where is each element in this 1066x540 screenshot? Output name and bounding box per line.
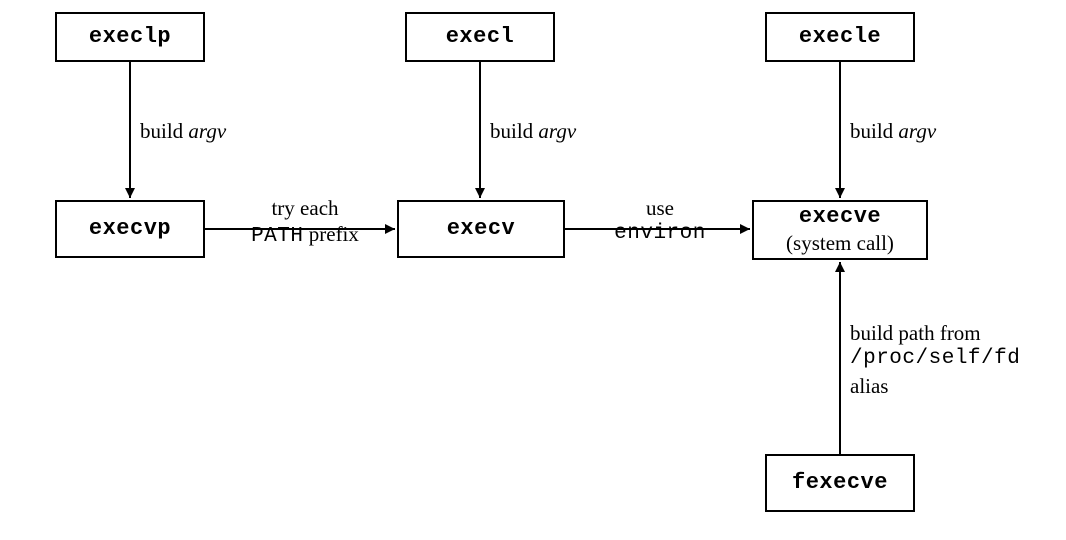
suffix: prefix: [304, 222, 359, 246]
line2: PATH prefix: [230, 221, 380, 250]
line3: alias: [850, 373, 1020, 399]
text-ital: argv: [538, 119, 576, 143]
node-fexecve-label: fexecve: [792, 470, 888, 496]
text: build: [490, 119, 538, 143]
node-execlp-label: execlp: [89, 24, 171, 50]
node-execv: execv: [397, 200, 565, 258]
node-execv-label: execv: [447, 216, 516, 242]
edge-label-build-argv-3: build argv: [850, 118, 936, 144]
node-fexecve: fexecve: [765, 454, 915, 512]
text-ital: argv: [898, 119, 936, 143]
node-execl: execl: [405, 12, 555, 62]
node-execve-sublabel: (system call): [786, 231, 894, 256]
node-execl-label: execl: [446, 24, 515, 50]
line2: environ: [605, 221, 715, 247]
mono: PATH: [251, 225, 303, 248]
node-execlp: execlp: [55, 12, 205, 62]
line1: build path from: [850, 320, 1020, 346]
node-execve-label: execve: [799, 204, 881, 230]
line1: use: [605, 195, 715, 221]
node-execve: execve (system call): [752, 200, 928, 260]
edge-label-try-each-path: try each PATH prefix: [230, 195, 380, 251]
node-execvp-label: execvp: [89, 216, 171, 242]
edge-label-build-path: build path from /proc/self/fd alias: [850, 320, 1020, 399]
node-execvp: execvp: [55, 200, 205, 258]
text: build: [850, 119, 898, 143]
line1: try each: [230, 195, 380, 221]
text: build: [140, 119, 188, 143]
node-execle-label: execle: [799, 24, 881, 50]
edge-label-use-environ: use environ: [605, 195, 715, 248]
diagram-stage: execlp execl execle execvp execv execve …: [0, 0, 1066, 540]
edge-label-build-argv-2: build argv: [490, 118, 576, 144]
node-execle: execle: [765, 12, 915, 62]
line2: /proc/self/fd: [850, 346, 1020, 372]
edge-label-build-argv-1: build argv: [140, 118, 226, 144]
text-ital: argv: [188, 119, 226, 143]
